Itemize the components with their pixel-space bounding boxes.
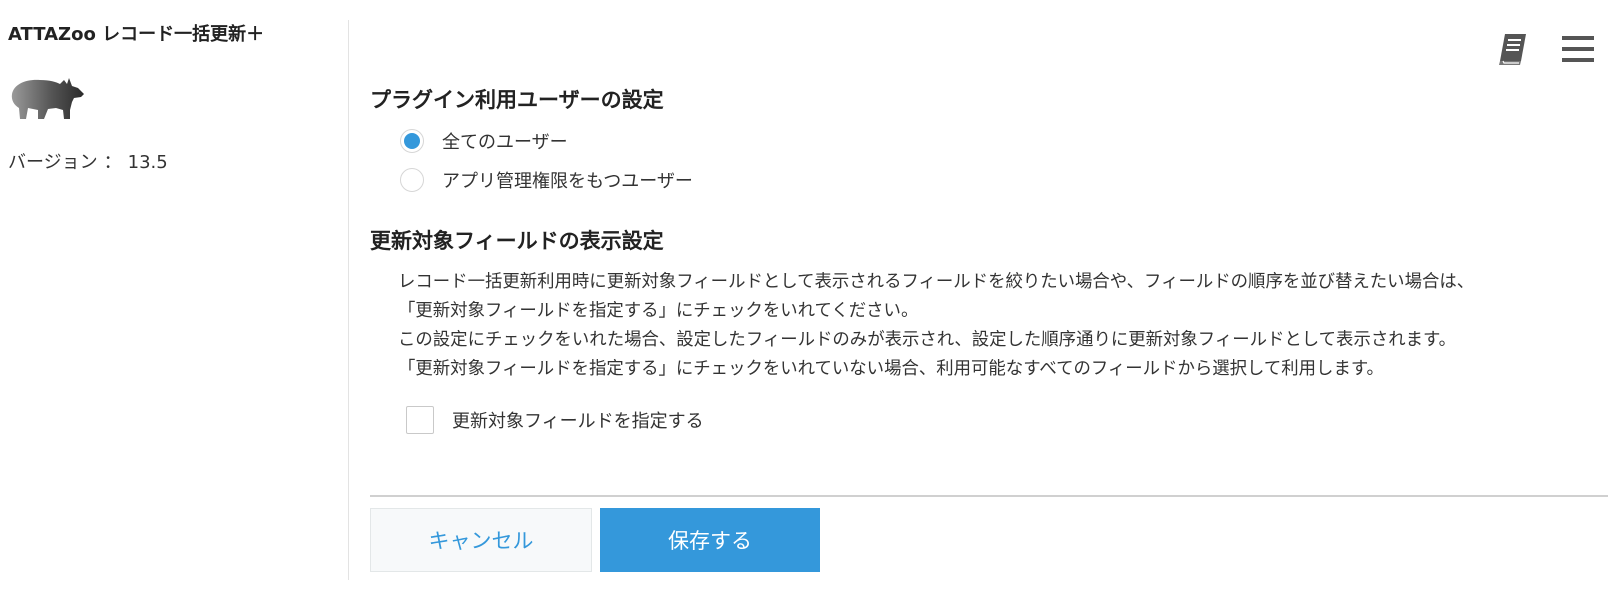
radio-button[interactable] [400,168,424,192]
hamburger-menu-icon[interactable] [1562,34,1594,64]
version-separator: ： [103,152,122,173]
version-label: バージョン [8,152,98,173]
specify-fields-checkbox[interactable] [406,406,434,434]
cancel-button[interactable]: キャンセル [370,508,592,572]
book-icon[interactable] [1495,31,1531,67]
radio-all-users[interactable]: 全てのユーザー [400,126,568,156]
radio-app-admin-users[interactable]: アプリ管理権限をもつユーザー [400,165,693,195]
description-line: 「更新対象フィールドを指定する」にチェックをいれていない場合、利用可能なすべての… [398,359,1384,379]
description-line: レコード一括更新利用時に更新対象フィールドとして表示されるフィールドを絞りたい場… [398,272,1475,292]
radio-label: アプリ管理権限をもつユーザー [442,171,693,192]
footer-divider [370,495,1608,497]
radio-button[interactable] [400,129,424,153]
description-line: 「更新対象フィールドを指定する」にチェックをいれてください。 [398,301,919,321]
checkbox-label: 更新対象フィールドを指定する [452,411,704,432]
plugin-settings-page: ATTAZoo レコード一括更新＋ バージョン： 13.5 プラグイン利用ユーザ… [0,0,1624,594]
field-settings-description: レコード一括更新利用時に更新対象フィールドとして表示されるフィールドを絞りたい場… [398,268,1608,384]
version-value: 13.5 [127,152,168,173]
specify-fields-checkbox-row[interactable]: 更新対象フィールドを指定する [406,406,704,434]
plugin-title: ATTAZoo レコード一括更新＋ [8,24,265,45]
rhino-icon [11,78,85,119]
user-settings-title: プラグイン利用ユーザーの設定 [370,88,664,112]
save-button[interactable]: 保存する [600,508,820,572]
version-info: バージョン： 13.5 [8,148,168,174]
sidebar-divider [348,20,349,580]
description-line: この設定にチェックをいれた場合、設定したフィールドのみが表示され、設定した順序通… [398,330,1457,350]
sidebar: ATTAZoo レコード一括更新＋ バージョン： 13.5 [0,0,348,594]
field-settings-title: 更新対象フィールドの表示設定 [370,229,664,253]
radio-selected-dot [404,133,420,149]
radio-label: 全てのユーザー [442,132,568,153]
